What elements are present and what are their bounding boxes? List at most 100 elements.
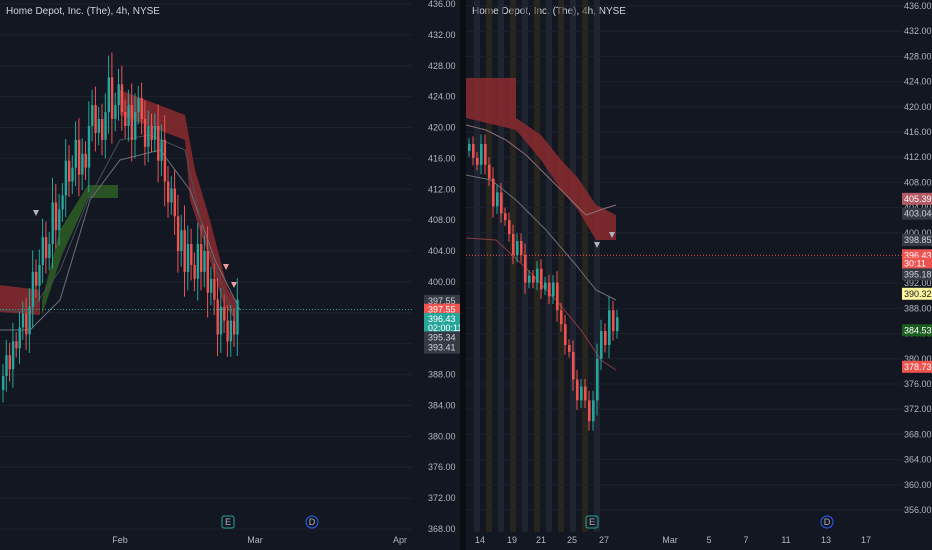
candle	[160, 139, 163, 161]
candle	[81, 153, 84, 175]
candle	[604, 331, 607, 345]
candle	[608, 310, 611, 345]
price-tick-label: 400.00	[428, 277, 456, 287]
signal-marker	[33, 210, 39, 216]
time-tick-label: 11	[781, 535, 790, 545]
time-tick-label: Mar	[662, 535, 678, 545]
candle	[8, 355, 11, 370]
candle	[167, 181, 170, 203]
price-tick-label: 416.00	[904, 127, 932, 137]
session-highlight	[570, 0, 576, 532]
candle	[548, 282, 551, 297]
candle	[209, 278, 213, 293]
candle	[540, 268, 543, 290]
candle	[173, 188, 176, 217]
candle	[576, 379, 579, 401]
price-tick-label: 360.00	[904, 480, 932, 490]
price-tick-label: 408.00	[904, 177, 932, 187]
price-tick-label: 372.00	[428, 493, 456, 503]
dividend-marker-label: D	[309, 517, 316, 527]
signal-marker	[223, 264, 229, 270]
price-tick-label: 424.00	[904, 77, 932, 87]
candle	[94, 105, 97, 133]
candle	[504, 213, 507, 221]
candle	[150, 125, 153, 140]
time-tick-label: 7	[743, 535, 748, 545]
candle	[114, 105, 117, 120]
price-tick-label: 432.00	[904, 26, 932, 36]
candle	[229, 320, 233, 342]
candle	[54, 202, 58, 231]
candle	[528, 275, 531, 283]
candle	[64, 160, 68, 196]
candle	[170, 188, 173, 203]
time-tick-label: 19	[507, 535, 517, 545]
candle	[580, 386, 583, 401]
price-tag-label: 378.73	[904, 362, 932, 372]
candle	[44, 237, 48, 258]
price-tick-label: 432.00	[428, 30, 456, 40]
candle	[84, 153, 87, 168]
candle	[206, 251, 209, 293]
session-highlight	[582, 0, 588, 532]
price-tick-label: 384.00	[428, 400, 456, 410]
candle	[536, 268, 539, 283]
chart-left-svg[interactable]: 436.00 432.00 428.00 424.00 420.00 416.00 412.…	[0, 0, 460, 550]
candle	[508, 220, 511, 235]
price-tag-label: 405.39	[904, 194, 932, 204]
candle	[153, 125, 157, 140]
price-tag-label: 395.34	[428, 333, 456, 343]
price-tick-label: 436.00	[904, 1, 932, 11]
candle	[584, 386, 587, 401]
chart-pane-right[interactable]: Home Depot, Inc. (The), 4h, NYSE 436.00 4…	[466, 0, 932, 550]
candle	[117, 84, 120, 106]
candle	[180, 230, 183, 252]
candle	[496, 192, 499, 207]
time-tick-label: Apr	[393, 535, 407, 545]
price-tag-label: 30:11	[904, 259, 926, 269]
candle	[134, 112, 137, 140]
candle	[120, 84, 124, 113]
candle	[77, 139, 81, 175]
price-tag-label: 384.53	[904, 325, 932, 335]
candle	[101, 119, 104, 140]
candle	[5, 355, 8, 377]
candle	[544, 282, 547, 290]
candle	[41, 237, 44, 265]
candle	[233, 320, 236, 335]
candle	[163, 139, 167, 182]
chart-pane-left[interactable]: Home Depot, Inc. (The), 4h, NYSE 436.00 4…	[0, 0, 460, 550]
candle	[564, 324, 567, 345]
candle	[213, 278, 216, 300]
candle	[616, 317, 619, 332]
candle	[520, 240, 523, 255]
candle	[190, 244, 193, 265]
price-tick-label: 380.00	[428, 431, 456, 441]
candle	[183, 230, 186, 272]
candle	[568, 344, 571, 352]
price-tick-label: 428.00	[428, 61, 456, 71]
candle	[200, 244, 203, 272]
candle	[71, 167, 74, 182]
time-tick-label: 14	[475, 535, 485, 545]
candle	[25, 313, 28, 335]
candle	[28, 306, 31, 335]
chart-right-svg[interactable]: 436.00 432.00 428.00 424.00 420.00 416.00 412.…	[466, 0, 932, 550]
price-tick-label: 436.00	[428, 0, 456, 9]
candle	[110, 77, 114, 120]
price-tick-label: 376.00	[904, 379, 932, 389]
candle	[472, 143, 475, 158]
price-tick-label: 368.00	[428, 524, 456, 534]
candle	[488, 164, 491, 179]
candle	[2, 376, 5, 390]
candle	[124, 112, 127, 126]
candle	[38, 264, 41, 286]
candle	[48, 244, 51, 258]
time-tick-label: 25	[567, 535, 577, 545]
candle	[147, 125, 150, 147]
candle	[572, 351, 575, 380]
candle	[596, 358, 599, 401]
price-tag-label: 395.18	[904, 269, 932, 279]
candle	[480, 143, 483, 165]
candle	[516, 240, 519, 255]
